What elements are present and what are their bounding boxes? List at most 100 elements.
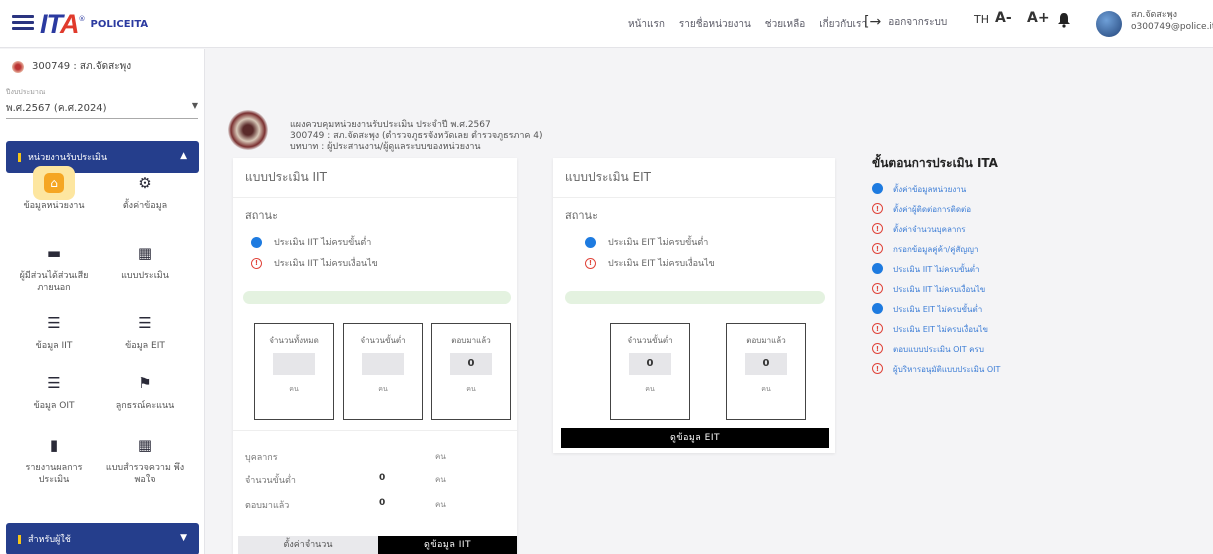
sidebar-item-oit-data[interactable]: ☰ ข้อมูล OIT (11, 366, 97, 426)
step-item[interactable]: ประเมิน IIT ไม่ครบขั้นต่ำ (872, 263, 1082, 283)
step-item[interactable]: ! ตั้งค่าจำนวนบุคลากร (872, 223, 1082, 243)
nav-agency-list[interactable]: รายชื่อหน่วยงาน (679, 17, 751, 32)
grid-icon: ▦ (137, 436, 153, 454)
sidebar-item-iit-data[interactable]: ☰ ข้อมูล IIT (11, 306, 97, 366)
logo-registered: ® (78, 15, 86, 23)
flag-icon: ⚑ (138, 374, 152, 392)
org-seal-icon (228, 110, 268, 150)
step-list: ตั้งค่าข้อมูลหน่วยงาน ! ตั้งค่าผู้ติดต่อกา… (872, 183, 1082, 383)
iit-box-total-title: จำนวนทั้งหมด (269, 336, 319, 345)
section-title: สำหรับผู้ใช้ (28, 535, 71, 545)
nav-about[interactable]: เกี่ยวกับเรา (819, 17, 867, 32)
iit-box-total-value (273, 353, 315, 375)
chevron-down-icon: ▼ (180, 533, 187, 543)
org-seal-icon (12, 60, 24, 73)
ita-logo[interactable]: ITA ® POLICEITA (40, 9, 148, 39)
iit-sum-answered-unit: คน (435, 500, 446, 509)
top-nav: หน้าแรก รายชื่อหน่วยงาน ช่วยเหลือ เกี่ยว… (628, 17, 867, 32)
iit-setting-button[interactable]: ตั้งค่าจำนวน (238, 536, 378, 554)
iit-card-title: แบบประเมิน IIT (233, 158, 517, 198)
eit-box-min-value: 0 (629, 353, 671, 375)
step-item[interactable]: ! กรอกข้อมูลคู่ค้า/คู่สัญญา (872, 243, 1082, 263)
iit-status-cond-text: ประเมิน IIT ไม่ครบเงื่อนไข (274, 259, 378, 269)
iit-status-label: สถานะ (245, 209, 278, 222)
top-header: ITA ® POLICEITA หน้าแรก รายชื่อหน่วยงาน … (0, 0, 1213, 48)
iit-progress-bar (243, 291, 511, 304)
chevron-up-icon: ▲ (180, 151, 187, 161)
iit-sum-min: จำนวนขั้นต่ำ 0 คน (245, 473, 465, 487)
iit-sum-min-label: จำนวนขั้นต่ำ (245, 476, 296, 486)
sidebar-item-agency-info[interactable]: ⌂ ข้อมูลหน่วยงาน (11, 166, 97, 226)
user-info[interactable]: สภ.จัดสะพุง o300749@police.itap (1131, 9, 1213, 33)
user-name: สภ.จัดสะพุง (1131, 10, 1178, 20)
eit-box-answered-value: 0 (745, 353, 787, 375)
step-label: ประเมิน IIT ไม่ครบเงื่อนไข (893, 285, 986, 294)
status-dot-icon (872, 183, 883, 194)
iit-status-min: ประเมิน IIT ไม่ครบขั้นต่ำ (251, 235, 371, 249)
eit-box-min-unit: คน (645, 385, 655, 393)
nav-help[interactable]: ช่วยเหลือ (765, 17, 805, 32)
divider (233, 430, 517, 431)
step-label: ประเมิน EIT ไม่ครบขั้นต่ำ (893, 305, 983, 314)
sidebar: 300749 : สภ.จัดสะพุง ปีงบประมาณ พ.ศ.2567… (0, 49, 205, 554)
sidebar-item-label: แบบสำรวจความ พึงพอใจ (105, 463, 185, 485)
eit-card-title: แบบประเมิน EIT (553, 158, 835, 198)
language-toggle[interactable]: TH (974, 13, 989, 26)
font-increase-button[interactable]: A+ (1027, 10, 1050, 26)
sidebar-item-assessment-form[interactable]: ▦ แบบประเมิน (102, 236, 188, 296)
step-item[interactable]: ! ประเมิน IIT ไม่ครบเงื่อนไข (872, 283, 1082, 303)
step-item[interactable]: ตั้งค่าข้อมูลหน่วยงาน (872, 183, 1082, 203)
user-email: o300749@police.itap (1131, 22, 1213, 32)
view-eit-button[interactable]: ดูข้อมูล EIT (561, 428, 829, 448)
step-item[interactable]: ! ตั้งค่าผู้ติดต่อการติดต่อ (872, 203, 1082, 223)
view-iit-button[interactable]: ดูข้อมูล IIT (378, 536, 517, 554)
section-title: หน่วยงานรับประเมิน (28, 153, 108, 163)
sidebar-item-stakeholders[interactable]: ▬ ผู้มีส่วนได้ส่วนเสีย ภายนอก (11, 236, 97, 296)
org-info-line3: บทบาท : ผู้ประสานงาน/ผู้ดูแลระบบของหน่วย… (290, 142, 481, 152)
settings-icon: ⚙ (138, 174, 152, 192)
iit-card: แบบประเมิน IIT สถานะ ประเมิน IIT ไม่ครบข… (233, 158, 517, 554)
sidebar-item-label: ลูกธรณ์คะแนน (115, 401, 175, 411)
step-item[interactable]: ! ประเมิน EIT ไม่ครบเงื่อนไข (872, 323, 1082, 343)
logo-mark: ITA (40, 8, 79, 39)
step-label: ประเมิน IIT ไม่ครบขั้นต่ำ (893, 265, 980, 274)
eit-status-cond: ! ประเมิน EIT ไม่ครบเงื่อนไข (585, 256, 715, 270)
sidebar-org-name: 300749 : สภ.จัดสะพุง (32, 61, 132, 72)
logout-button[interactable]: [→ ออกจากระบบ (864, 14, 947, 30)
alert-icon: ! (872, 343, 883, 354)
iit-sum-answered: ตอบมาแล้ว 0 คน (245, 498, 465, 512)
iit-box-min: จำนวนขั้นต่ำ คน (343, 323, 423, 420)
sidebar-item-settings[interactable]: ⚙ ตั้งค่าข้อมูล (102, 166, 188, 226)
sidebar-item-label: ข้อมูล IIT (35, 341, 73, 351)
building-icon: ⌂ (33, 166, 75, 200)
eit-status-label: สถานะ (565, 209, 598, 222)
iit-sum-min-unit: คน (435, 475, 446, 484)
flag-marker-icon (18, 534, 21, 544)
font-decrease-button[interactable]: A- (995, 10, 1012, 26)
step-item[interactable]: ! ผู้บริหารอนุมัติแบบประเมิน OIT (872, 363, 1082, 383)
eit-status-cond-text: ประเมิน EIT ไม่ครบเงื่อนไข (608, 259, 715, 269)
section-for-user[interactable]: สำหรับผู้ใช้ ▼ (6, 523, 199, 554)
iit-sum-staff-unit: คน (435, 452, 446, 461)
eit-progress-bar (565, 291, 825, 304)
sidebar-item-report[interactable]: ▮ รายงานผลการ ประเมิน (11, 428, 97, 488)
iit-sum-min-value: 0 (379, 473, 386, 483)
iit-box-answered: ตอบมาแล้ว 0 คน (431, 323, 511, 420)
iit-status-cond: ! ประเมิน IIT ไม่ครบเงื่อนไข (251, 256, 378, 270)
org-info-line1: แผงควบคุมหน่วยงานรับประเมิน ประจำปี พ.ศ.… (290, 120, 491, 130)
list-icon: ☰ (138, 314, 152, 332)
avatar[interactable] (1096, 11, 1122, 37)
step-item[interactable]: ประเมิน EIT ไม่ครบขั้นต่ำ (872, 303, 1082, 323)
sidebar-item-survey[interactable]: ▦ แบบสำรวจความ พึงพอใจ (102, 428, 188, 488)
iit-box-answered-value: 0 (450, 353, 492, 375)
hamburger-menu-icon[interactable] (12, 12, 34, 34)
sidebar-item-eit-data[interactable]: ☰ ข้อมูล EIT (102, 306, 188, 366)
year-select[interactable]: พ.ศ.2567 (ค.ศ.2024) ▼ (6, 97, 198, 119)
sidebar-item-score[interactable]: ⚑ ลูกธรณ์คะแนน (102, 366, 188, 426)
step-item[interactable]: ! ตอบแบบประเมิน OIT ครบ (872, 343, 1082, 363)
alert-icon: ! (585, 257, 596, 269)
step-label: ตั้งค่าข้อมูลหน่วยงาน (893, 185, 967, 194)
nav-home[interactable]: หน้าแรก (628, 17, 665, 32)
people-icon: ▬ (46, 244, 62, 262)
bell-icon[interactable] (1057, 12, 1071, 28)
